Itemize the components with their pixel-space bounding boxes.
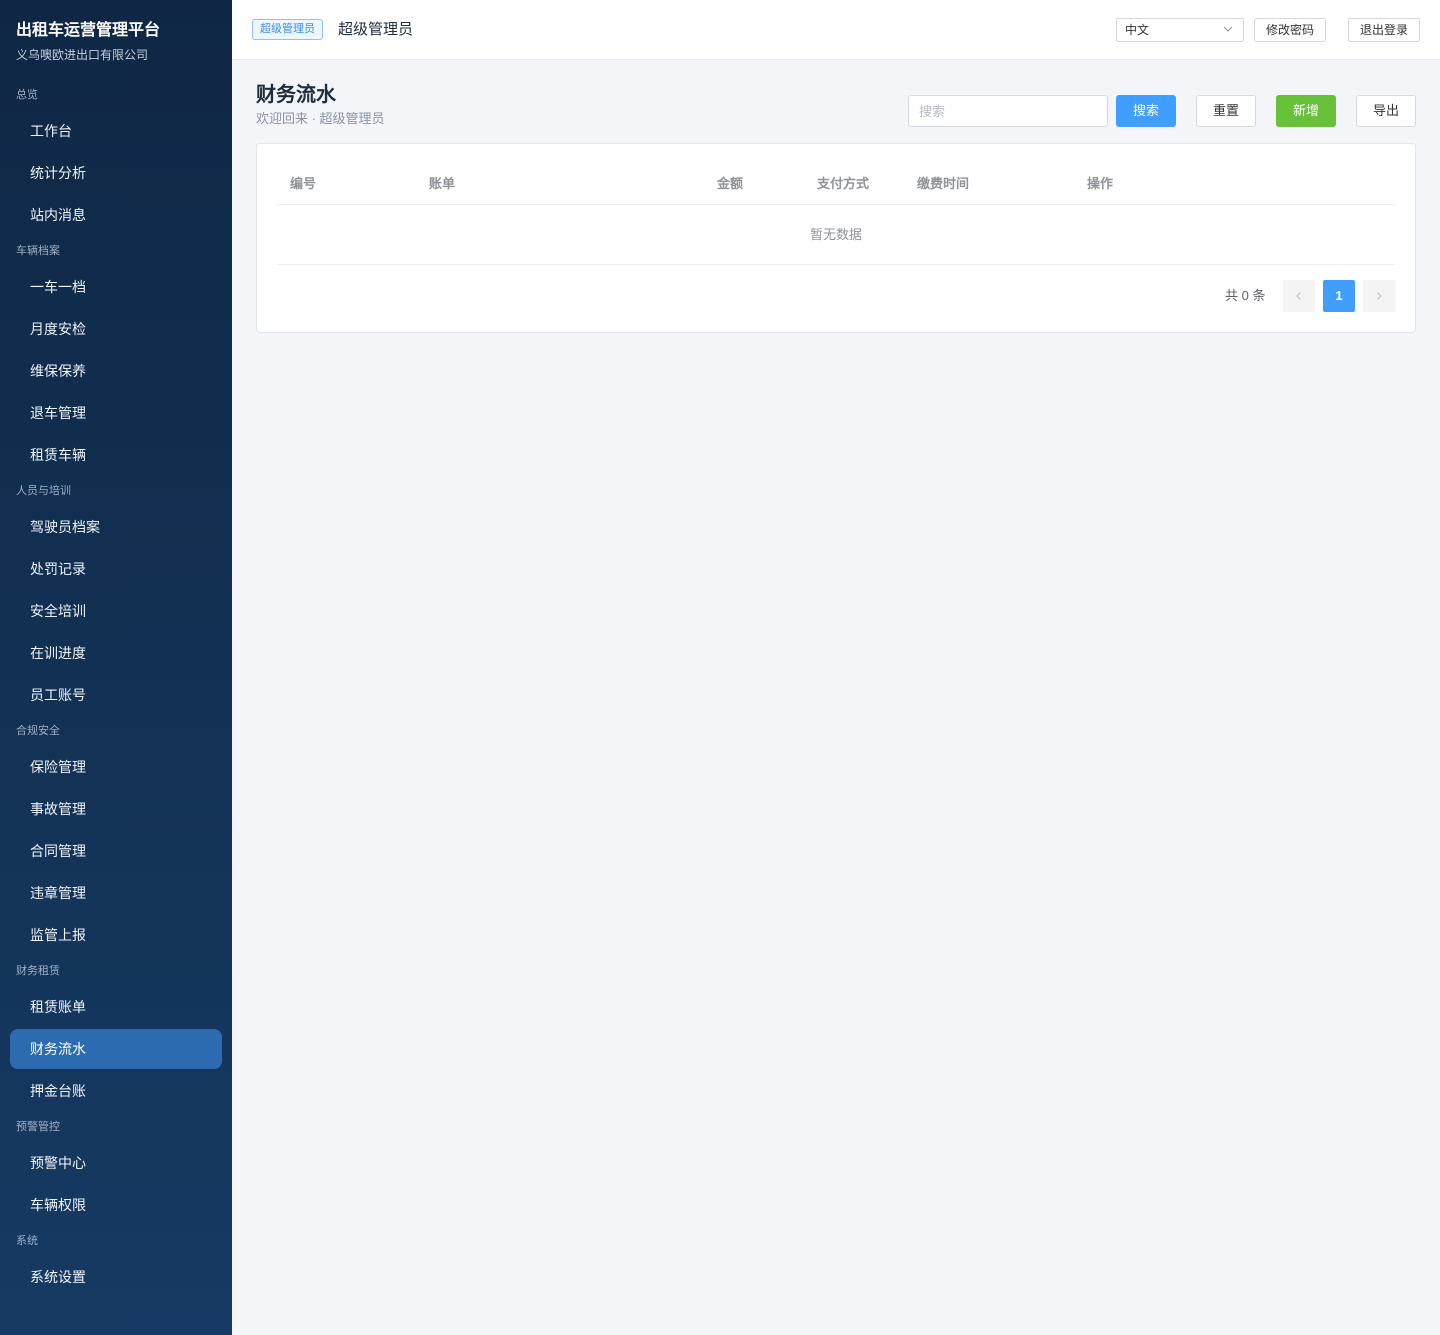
sidebar-item[interactable]: 保险管理 <box>10 746 222 788</box>
table-header: 编号 账单 金额 支付方式 缴费时间 操作 <box>277 164 1395 205</box>
search-button[interactable]: 搜索 <box>1116 95 1176 127</box>
chevron-left-icon <box>1296 292 1301 300</box>
current-user-name: 超级管理员 <box>338 21 414 38</box>
pagination-total: 共 0 条 <box>1225 288 1266 303</box>
pagination-next-button[interactable] <box>1363 280 1395 312</box>
sidebar-item[interactable]: 安全培训 <box>10 590 222 632</box>
logout-button[interactable]: 退出登录 <box>1348 18 1420 42</box>
sidebar-group-label: 人员与培训 <box>16 485 71 497</box>
sidebar-item[interactable]: 统计分析 <box>10 152 222 194</box>
brand: 出租车运营管理平台 义乌噢欧进出口有限公司 <box>0 0 232 80</box>
sidebar-item-active[interactable]: 财务流水 <box>10 1029 222 1069</box>
change-password-button[interactable]: 修改密码 <box>1254 18 1326 42</box>
sidebar-item[interactable]: 预警中心 <box>10 1142 222 1184</box>
sidebar-item[interactable]: 一车一档 <box>10 266 222 308</box>
sidebar-group-label: 财务租赁 <box>16 965 60 977</box>
sidebar-item[interactable]: 押金台账 <box>10 1070 222 1112</box>
sidebar-item[interactable]: 维保保养 <box>10 350 222 392</box>
pagination-prev-button[interactable] <box>1283 280 1315 312</box>
top-bar: 超级管理员 超级管理员 中文 修改密码 退出登录 <box>232 0 1440 60</box>
sidebar-group-label: 车辆档案 <box>16 245 60 257</box>
sidebar-item[interactable]: 处罚记录 <box>10 548 222 590</box>
reset-button[interactable]: 重置 <box>1196 95 1256 127</box>
sidebar-item[interactable]: 月度安检 <box>10 308 222 350</box>
add-button[interactable]: 新增 <box>1276 95 1336 127</box>
chevron-right-icon <box>1377 292 1382 300</box>
sidebar-item[interactable]: 监管上报 <box>10 914 222 956</box>
export-button[interactable]: 导出 <box>1356 95 1416 127</box>
page-subtitle: 欢迎回来 · 超级管理员 <box>256 111 385 126</box>
sidebar-item[interactable]: 合同管理 <box>10 830 222 872</box>
sidebar-group-label: 合规安全 <box>16 725 60 737</box>
page-title: 财务流水 <box>256 84 336 106</box>
sidebar-item[interactable]: 系统设置 <box>10 1256 222 1298</box>
sidebar-item[interactable]: 退车管理 <box>10 392 222 434</box>
column-header-bill: 账单 <box>429 176 456 191</box>
table-card: 编号 账单 金额 支付方式 缴费时间 操作 暂无数据 共 0 条 1 <box>256 143 1416 333</box>
chevron-down-icon <box>1223 26 1233 32</box>
app-title: 出租车运营管理平台 <box>16 22 161 39</box>
sidebar-item[interactable]: 车辆权限 <box>10 1184 222 1226</box>
company-name: 义乌噢欧进出口有限公司 <box>16 48 149 62</box>
sidebar-item[interactable]: 违章管理 <box>10 872 222 914</box>
column-header-payment-time: 缴费时间 <box>917 176 970 191</box>
pagination-page-button[interactable]: 1 <box>1323 280 1355 312</box>
sidebar-group-label: 系统 <box>16 1235 38 1247</box>
sidebar-item[interactable]: 员工账号 <box>10 674 222 716</box>
sidebar-group-label: 总览 <box>16 89 38 101</box>
sidebar: 出租车运营管理平台 义乌噢欧进出口有限公司 总览工作台 统计分析 站内消息车辆档案一… <box>0 0 232 1335</box>
language-select[interactable]: 中文 <box>1116 18 1244 42</box>
sidebar-group-label: 预警管控 <box>16 1121 60 1133</box>
sidebar-item[interactable]: 租赁车辆 <box>10 434 222 476</box>
sidebar-item[interactable]: 工作台 <box>10 110 222 152</box>
column-header-actions: 操作 <box>1087 176 1114 191</box>
language-value: 中文 <box>1125 23 1150 37</box>
column-header-payment-method: 支付方式 <box>817 176 870 191</box>
column-header-amount: 金额 <box>717 176 744 191</box>
sidebar-item[interactable]: 事故管理 <box>10 788 222 830</box>
sidebar-item[interactable]: 驾驶员档案 <box>10 506 222 548</box>
role-badge: 超级管理员 <box>252 19 323 40</box>
sidebar-item[interactable]: 在训进度 <box>10 632 222 674</box>
table-empty-text: 暂无数据 <box>277 205 1395 265</box>
sidebar-item[interactable]: 站内消息 <box>10 194 222 236</box>
column-header-id: 编号 <box>290 176 317 191</box>
sidebar-nav: 总览工作台 统计分析 站内消息车辆档案一车一档 月度安检 维保保养 退车管理 租赁车辆人员与… <box>0 80 232 1298</box>
search-input[interactable] <box>908 95 1108 127</box>
sidebar-item[interactable]: 租赁账单 <box>10 986 222 1028</box>
